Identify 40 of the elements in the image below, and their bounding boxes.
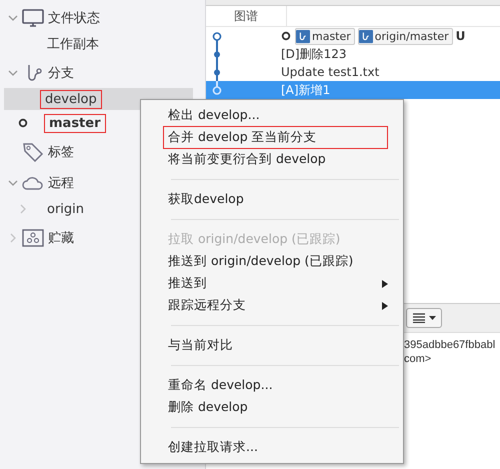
menu-item[interactable]: 重命名 develop...: [158, 375, 391, 396]
list-icon: [412, 313, 424, 323]
commit-row[interactable]: [D]删除123: [206, 45, 500, 63]
current-branch-icon: [18, 118, 28, 128]
menu-item[interactable]: 与当前对比: [158, 335, 391, 356]
menu-item[interactable]: 推送到 origin/develop (已跟踪): [158, 251, 391, 272]
commit-row[interactable]: master origin/master U: [206, 27, 500, 45]
chevron-down-icon[interactable]: [8, 68, 18, 78]
view-menu-button[interactable]: [406, 308, 442, 328]
menu-item[interactable]: 创建拉取请求...: [158, 437, 391, 458]
menu-item[interactable]: 推送到: [158, 273, 391, 294]
branch-icon: [358, 28, 373, 44]
chevron-down-icon[interactable]: [8, 12, 18, 22]
menu-item[interactable]: 删除 develop: [158, 397, 391, 418]
detail-text: 395adbbe67fbbabl: [404, 339, 496, 351]
chevron-right-icon[interactable]: [8, 232, 18, 242]
branch-tag: master: [295, 28, 355, 44]
menu-item[interactable]: 获取develop: [158, 189, 391, 210]
commit-message: [A]新增1: [281, 82, 330, 98]
section-label[interactable]: 分支: [48, 64, 74, 82]
chevron-right-icon[interactable]: [18, 204, 28, 214]
commit-message: U: [456, 29, 466, 43]
menu-item[interactable]: 将当前变更衍合到 develop: [158, 149, 391, 170]
sidebar-item[interactable]: 工作副本: [4, 33, 193, 55]
caret-icon: [428, 316, 436, 320]
section-label[interactable]: 标签: [48, 142, 74, 160]
monitor-icon: [22, 8, 44, 28]
detail-text: com>: [404, 353, 432, 365]
menu-item[interactable]: 跟踪远程分支: [158, 295, 391, 316]
section-label[interactable]: 贮藏: [48, 228, 74, 246]
section-label[interactable]: 文件状态: [48, 8, 100, 26]
section-label[interactable]: 远程: [48, 174, 74, 192]
commit-message: Update test1.txt: [281, 65, 380, 79]
chevron-down-icon[interactable]: [8, 178, 18, 188]
branch-icon: [296, 28, 310, 44]
tag-icon: [22, 142, 44, 162]
branch-tag: origin/master: [358, 28, 453, 44]
stash-icon: [22, 228, 44, 248]
commit-message: [D]删除123: [281, 46, 347, 62]
column-header[interactable]: 图谱: [206, 6, 287, 26]
